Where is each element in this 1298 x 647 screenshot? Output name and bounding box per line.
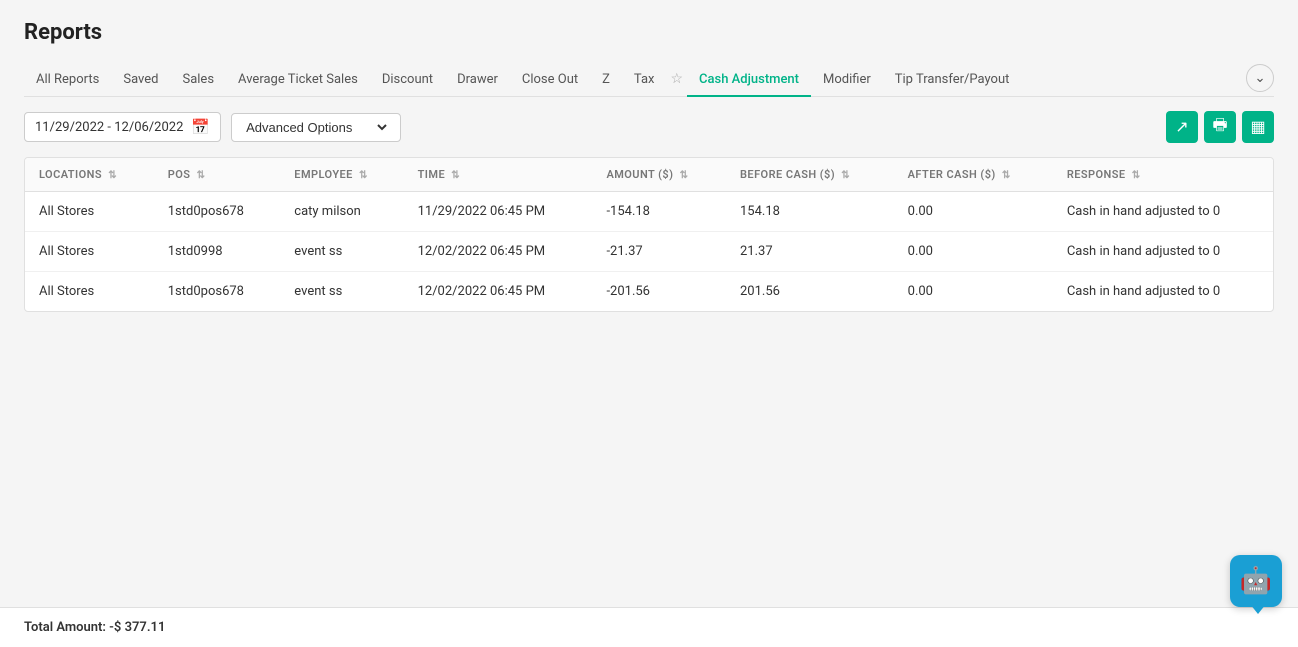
- cell-pos-2: 1std0pos678: [154, 272, 281, 312]
- tab-drawer[interactable]: Drawer: [445, 64, 510, 97]
- tab-sales[interactable]: Sales: [170, 64, 226, 97]
- col-time[interactable]: TIME ⇅: [404, 158, 593, 192]
- calendar-icon: 📅: [191, 118, 210, 136]
- cell-time-1: 12/02/2022 06:45 PM: [404, 232, 593, 272]
- chevron-down-icon: ⌄: [1254, 70, 1265, 86]
- col-amount[interactable]: AMOUNT ($) ⇅: [592, 158, 726, 192]
- tab-z[interactable]: Z: [590, 64, 622, 97]
- col-locations[interactable]: LOCATIONS ⇅: [25, 158, 154, 192]
- toolbar: 11/29/2022 - 12/06/2022 📅 Advanced Optio…: [24, 111, 1274, 143]
- report-table: LOCATIONS ⇅ POS ⇅ EMPLOYEE ⇅ TIME ⇅: [25, 158, 1273, 311]
- sort-icon-locations: ⇅: [108, 170, 117, 181]
- chatbot-tail: [1250, 604, 1266, 614]
- tab-average-ticket-sales[interactable]: Average Ticket Sales: [226, 64, 370, 97]
- advanced-options-dropdown[interactable]: Advanced Options: [242, 119, 390, 136]
- col-response[interactable]: RESPONSE ⇅: [1053, 158, 1273, 192]
- col-before-cash[interactable]: BEFORE CASH ($) ⇅: [726, 158, 894, 192]
- cell-employee-0: caty milson: [280, 192, 403, 232]
- cell-amount-2: -201.56: [592, 272, 726, 312]
- table-row: All Stores1std0pos678caty milson11/29/20…: [25, 192, 1273, 232]
- tab-tax[interactable]: Tax: [622, 64, 667, 97]
- cell-employee-1: event ss: [280, 232, 403, 272]
- export-icon: ↗: [1175, 117, 1188, 137]
- footer-bar: Total Amount: -$ 377.11: [0, 607, 1298, 647]
- date-range-picker[interactable]: 11/29/2022 - 12/06/2022 📅: [24, 112, 221, 142]
- col-employee[interactable]: EMPLOYEE ⇅: [280, 158, 403, 192]
- cell-before_cash-2: 201.56: [726, 272, 894, 312]
- sort-icon-amount: ⇅: [680, 170, 689, 181]
- sort-icon-employee: ⇅: [359, 170, 368, 181]
- cell-before_cash-1: 21.37: [726, 232, 894, 272]
- toolbar-actions: ↗ 🖶 ▦: [1166, 111, 1274, 143]
- cell-locations-1: All Stores: [25, 232, 154, 272]
- tab-modifier[interactable]: Modifier: [811, 64, 883, 97]
- cell-before_cash-0: 154.18: [726, 192, 894, 232]
- table-row: All Stores1std0998event ss12/02/2022 06:…: [25, 232, 1273, 272]
- tab-cash-adjustment[interactable]: Cash Adjustment: [687, 64, 811, 97]
- sort-icon-time: ⇅: [451, 170, 460, 181]
- advanced-options-select[interactable]: Advanced Options: [231, 113, 401, 142]
- tab-saved[interactable]: Saved: [111, 64, 170, 97]
- tab-discount[interactable]: Discount: [370, 64, 445, 97]
- col-after-cash[interactable]: AFTER CASH ($) ⇅: [894, 158, 1053, 192]
- cell-employee-2: event ss: [280, 272, 403, 312]
- tab-close-out[interactable]: Close Out: [510, 64, 590, 97]
- export-button[interactable]: ↗: [1166, 111, 1198, 143]
- sort-icon-pos: ⇅: [197, 170, 206, 181]
- cell-response-2: Cash in hand adjusted to 0: [1053, 272, 1273, 312]
- cell-time-2: 12/02/2022 06:45 PM: [404, 272, 593, 312]
- nav-tabs: All Reports Saved Sales Average Ticket S…: [24, 63, 1274, 97]
- tab-tip-transfer-payout[interactable]: Tip Transfer/Payout: [883, 64, 1022, 97]
- cell-locations-0: All Stores: [25, 192, 154, 232]
- cell-amount-0: -154.18: [592, 192, 726, 232]
- columns-button[interactable]: ▦: [1242, 111, 1274, 143]
- col-pos[interactable]: POS ⇅: [154, 158, 281, 192]
- sort-icon-before-cash: ⇅: [841, 170, 850, 181]
- table-body: All Stores1std0pos678caty milson11/29/20…: [25, 192, 1273, 312]
- cell-pos-1: 1std0998: [154, 232, 281, 272]
- cell-after_cash-2: 0.00: [894, 272, 1053, 312]
- nav-collapse-button[interactable]: ⌄: [1246, 64, 1274, 92]
- favorite-star-icon[interactable]: ☆: [666, 63, 687, 97]
- cell-time-0: 11/29/2022 06:45 PM: [404, 192, 593, 232]
- chatbot-button[interactable]: 🤖: [1230, 555, 1282, 607]
- print-icon: 🖶: [1212, 114, 1227, 141]
- date-range-value: 11/29/2022 - 12/06/2022: [35, 120, 183, 135]
- cell-after_cash-0: 0.00: [894, 192, 1053, 232]
- cell-after_cash-1: 0.00: [894, 232, 1053, 272]
- tab-all-reports[interactable]: All Reports: [24, 64, 111, 97]
- cell-locations-2: All Stores: [25, 272, 154, 312]
- total-amount: Total Amount: -$ 377.11: [24, 620, 165, 635]
- columns-icon: ▦: [1250, 117, 1265, 137]
- table-header: LOCATIONS ⇅ POS ⇅ EMPLOYEE ⇅ TIME ⇅: [25, 158, 1273, 192]
- cell-amount-1: -21.37: [592, 232, 726, 272]
- nav-right: ⌄: [1246, 64, 1274, 96]
- chatbot-icon: 🤖: [1240, 566, 1272, 596]
- cell-response-1: Cash in hand adjusted to 0: [1053, 232, 1273, 272]
- cell-pos-0: 1std0pos678: [154, 192, 281, 232]
- sort-icon-after-cash: ⇅: [1002, 170, 1011, 181]
- cell-response-0: Cash in hand adjusted to 0: [1053, 192, 1273, 232]
- page-wrapper: Reports All Reports Saved Sales Average …: [0, 0, 1298, 647]
- page-title: Reports: [24, 20, 1274, 45]
- sort-icon-response: ⇅: [1132, 170, 1141, 181]
- report-table-wrapper: LOCATIONS ⇅ POS ⇅ EMPLOYEE ⇅ TIME ⇅: [24, 157, 1274, 312]
- print-button[interactable]: 🖶: [1204, 111, 1236, 143]
- table-row: All Stores1std0pos678event ss12/02/2022 …: [25, 272, 1273, 312]
